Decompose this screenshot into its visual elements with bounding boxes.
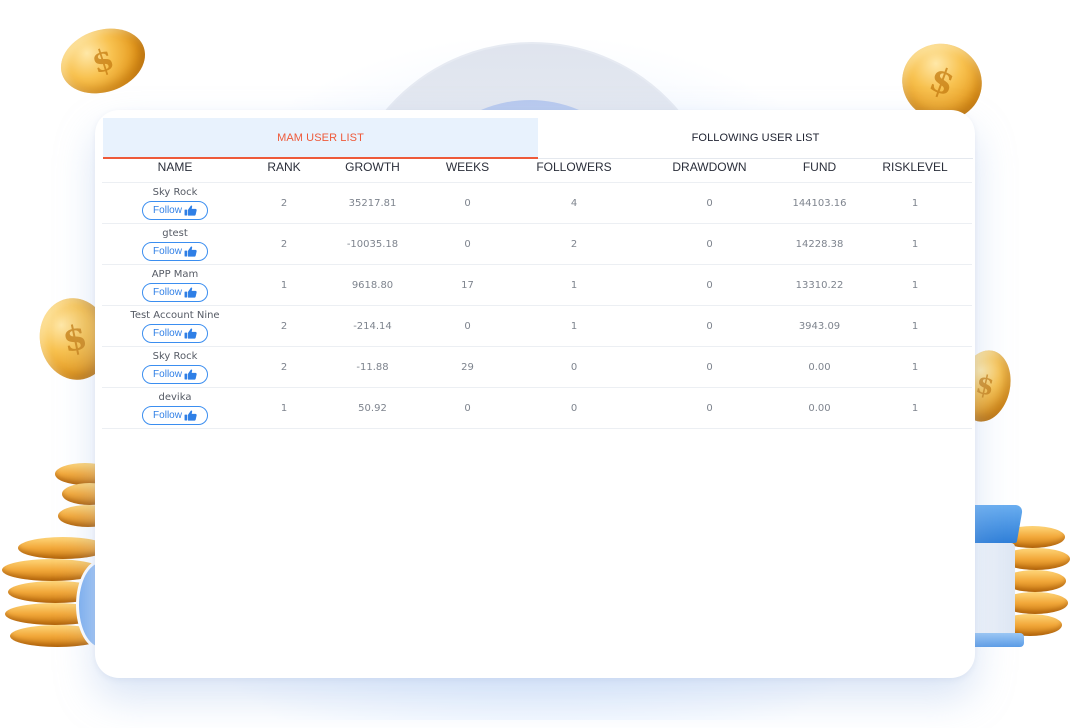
growth-cell: 35217.81 [320,182,425,224]
user-name: Sky Rock [152,187,198,198]
risklevel-cell: 1 [858,387,972,429]
name-cell: Test Account Nine Follow [102,305,248,347]
followers-cell: 1 [510,264,638,306]
column-header-followers: FOLLOWERS [510,151,638,183]
column-header-risklevel: RISKLEVEL [858,151,972,183]
fund-cell: 3943.09 [781,305,858,347]
user-name: Sky Rock [152,351,198,362]
growth-cell: -10035.18 [320,223,425,265]
rank-cell: 1 [248,264,320,306]
follow-button[interactable]: Follow [142,242,208,261]
thumbs-up-icon [184,328,197,339]
followers-cell: 4 [510,182,638,224]
thumbs-up-icon [184,287,197,298]
risklevel-cell: 1 [858,346,972,388]
rank-cell: 2 [248,305,320,347]
thumbs-up-icon [184,246,197,257]
thumbs-up-icon [184,369,197,380]
table-row: Sky Rock Follow 2 -11.88 29 0 0 0.00 1 [102,346,972,388]
follow-button[interactable]: Follow [142,406,208,425]
table-header-row: NAME RANK GROWTH WEEKS FOLLOWERS DRAWDOW… [102,151,972,183]
column-header-growth: GROWTH [320,151,425,183]
weeks-cell: 0 [425,387,510,429]
weeks-cell: 0 [425,182,510,224]
user-name: Test Account Nine [130,310,220,321]
followers-cell: 0 [510,387,638,429]
weeks-cell: 0 [425,223,510,265]
thumbs-up-icon [184,205,197,216]
weeks-cell: 0 [425,305,510,347]
fund-cell: 14228.38 [781,223,858,265]
fund-cell: 0.00 [781,346,858,388]
table-row: devika Follow 1 50.92 0 0 0 0.00 1 [102,387,972,429]
column-header-name: NAME [102,151,248,183]
name-cell: Sky Rock Follow [102,346,248,388]
user-name: APP Mam [151,269,199,280]
weeks-cell: 29 [425,346,510,388]
name-cell: APP Mam Follow [102,264,248,306]
follow-label: Follow [153,287,182,298]
thumbs-up-icon [184,410,197,421]
rank-cell: 2 [248,182,320,224]
column-header-fund: FUND [781,151,858,183]
follow-label: Follow [153,328,182,339]
follow-button[interactable]: Follow [142,283,208,302]
follow-label: Follow [153,369,182,380]
follow-button[interactable]: Follow [142,324,208,343]
user-name: devika [158,392,192,403]
rank-cell: 2 [248,346,320,388]
follow-label: Follow [153,246,182,257]
rank-cell: 2 [248,223,320,265]
followers-cell: 2 [510,223,638,265]
follow-label: Follow [153,205,182,216]
column-header-rank: RANK [248,151,320,183]
table-row: Sky Rock Follow 2 35217.81 0 4 0 144103.… [102,182,972,224]
drawdown-cell: 0 [638,223,781,265]
rank-cell: 1 [248,387,320,429]
column-header-weeks: WEEKS [425,151,510,183]
mam-list-card: MAM USER LIST FOLLOWING USER LIST NAME R… [95,110,975,678]
user-name: gtest [162,228,188,239]
risklevel-cell: 1 [858,182,972,224]
growth-cell: 50.92 [320,387,425,429]
fund-cell: 144103.16 [781,182,858,224]
name-cell: devika Follow [102,387,248,429]
column-header-drawdown: DRAWDOWN [638,151,781,183]
table-row: gtest Follow 2 -10035.18 0 2 0 14228.38 … [102,223,972,265]
table-row: APP Mam Follow 1 9618.80 17 1 0 13310.22… [102,264,972,306]
follow-label: Follow [153,410,182,421]
growth-cell: -11.88 [320,346,425,388]
risklevel-cell: 1 [858,223,972,265]
follow-button[interactable]: Follow [142,365,208,384]
weeks-cell: 17 [425,264,510,306]
fund-cell: 13310.22 [781,264,858,306]
risklevel-cell: 1 [858,264,972,306]
drawdown-cell: 0 [638,346,781,388]
drawdown-cell: 0 [638,264,781,306]
name-cell: Sky Rock Follow [102,182,248,224]
growth-cell: 9618.80 [320,264,425,306]
fund-cell: 0.00 [781,387,858,429]
follow-button[interactable]: Follow [142,201,208,220]
drawdown-cell: 0 [638,182,781,224]
name-cell: gtest Follow [102,223,248,265]
growth-cell: -214.14 [320,305,425,347]
followers-cell: 0 [510,346,638,388]
risklevel-cell: 1 [858,305,972,347]
table-row: Test Account Nine Follow 2 -214.14 0 1 0… [102,305,972,347]
followers-cell: 1 [510,305,638,347]
drawdown-cell: 0 [638,305,781,347]
mam-user-table: NAME RANK GROWTH WEEKS FOLLOWERS DRAWDOW… [102,151,972,429]
drawdown-cell: 0 [638,387,781,429]
